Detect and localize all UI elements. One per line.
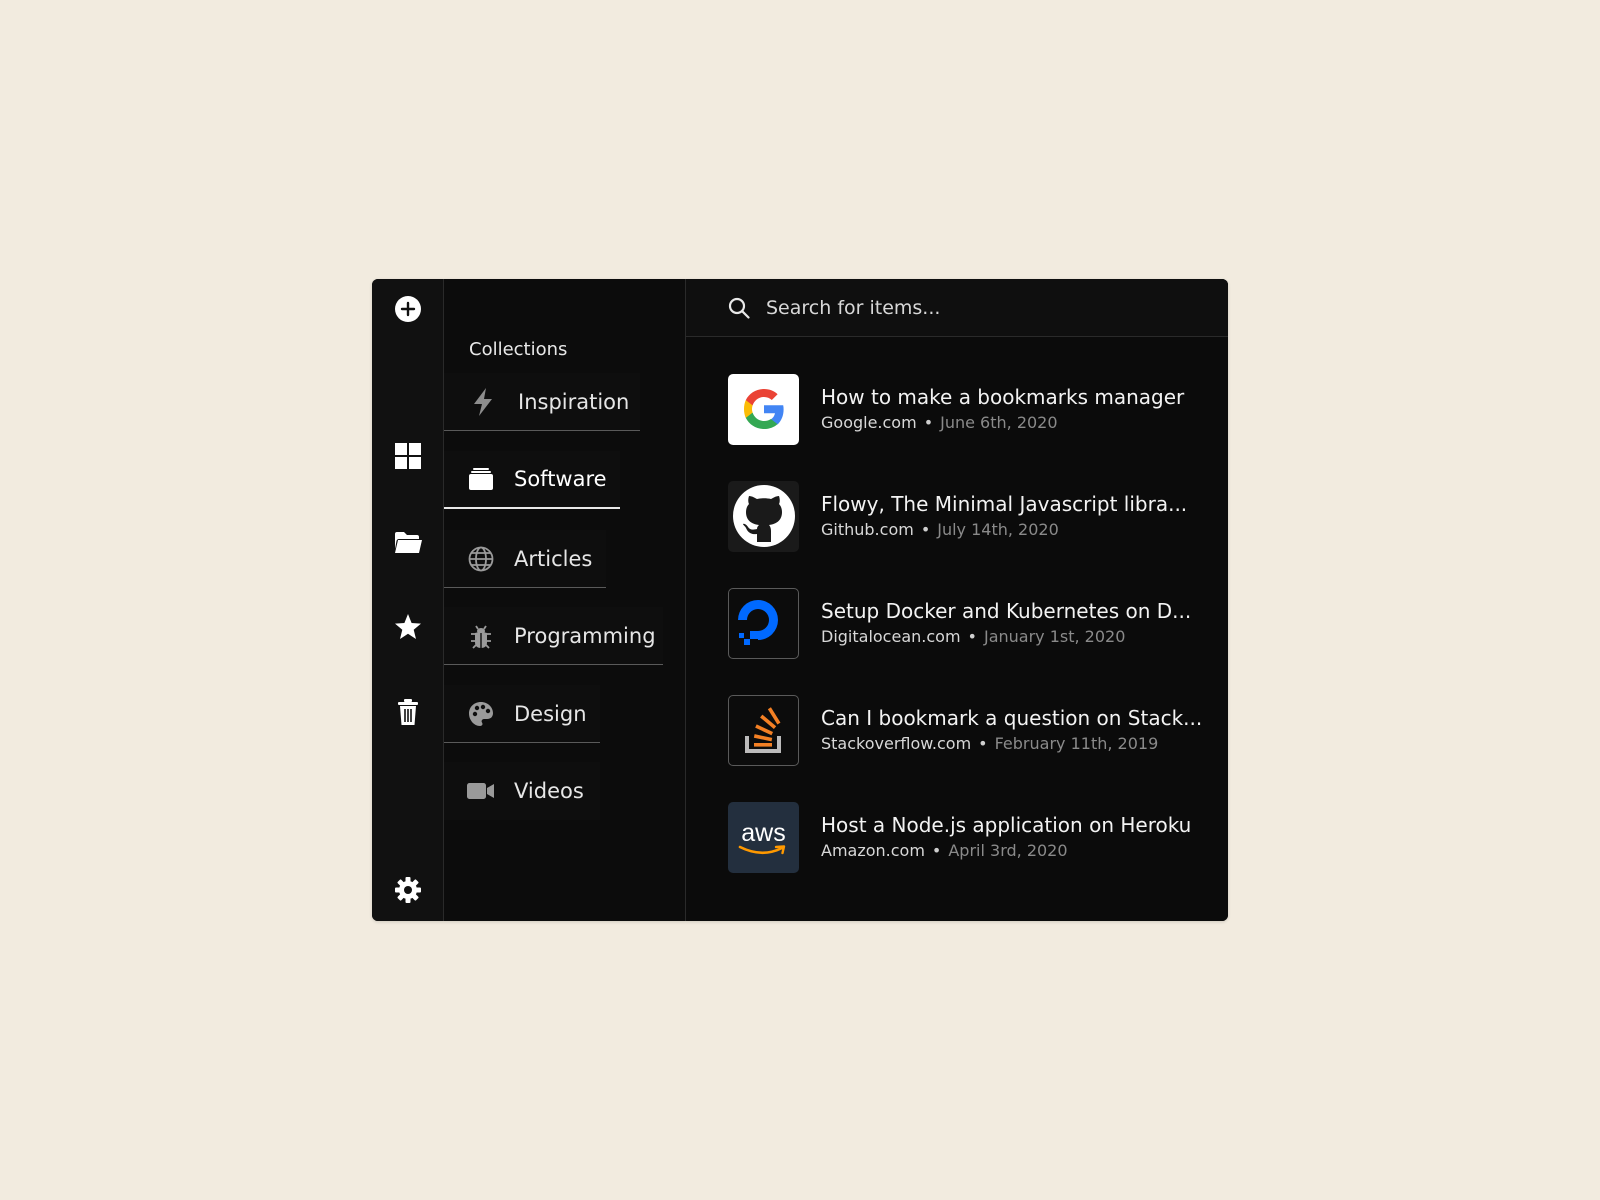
collection-label: Articles [514, 546, 593, 571]
google-logo [728, 373, 799, 445]
bookmark-meta: Digitalocean.com • January 1st, 2020 [821, 625, 1191, 649]
bookmark-item[interactable]: aws Host a Node.js application on Heroku… [728, 801, 1208, 873]
globe-icon [466, 544, 496, 574]
bookmark-title[interactable]: Can I bookmark a question on Stack... [821, 705, 1202, 731]
search-input[interactable] [764, 295, 1168, 320]
package-icon [466, 464, 496, 494]
bookmark-date: July 14th, 2020 [937, 519, 1059, 539]
lightning-icon [468, 387, 498, 417]
bookmark-item[interactable]: Flowy, The Minimal Javascript libra... G… [728, 480, 1208, 552]
bookmark-meta: Amazon.com • April 3rd, 2020 [821, 839, 1191, 863]
collection-item-articles[interactable]: Articles [444, 530, 606, 588]
bookmark-title[interactable]: How to make a bookmarks manager [821, 384, 1184, 410]
bookmark-meta: Stackoverflow.com • February 11th, 2019 [821, 732, 1202, 756]
add-icon[interactable] [390, 291, 426, 327]
bookmark-domain: Github.com [821, 519, 914, 539]
separator-dot: • [920, 519, 931, 539]
collections-heading: Collections [469, 339, 568, 360]
bookmark-date: February 11th, 2019 [994, 733, 1159, 753]
star-icon[interactable] [390, 609, 426, 645]
palette-icon [466, 699, 496, 729]
collection-item-programming[interactable]: Programming [444, 607, 663, 665]
stackoverflow-logo [728, 694, 799, 766]
bookmark-date: April 3rd, 2020 [948, 840, 1068, 860]
aws-logo-text: aws [741, 819, 786, 847]
icon-sidebar [372, 279, 444, 921]
bookmark-domain: Google.com [821, 412, 917, 432]
folder-icon[interactable] [390, 524, 426, 560]
settings-icon[interactable] [390, 872, 426, 908]
bookmark-item[interactable]: Can I bookmark a question on Stack... St… [728, 694, 1208, 766]
search-icon [726, 295, 752, 321]
separator-dot: • [978, 733, 988, 753]
bookmark-title[interactable]: Host a Node.js application on Heroku [821, 812, 1191, 838]
aws-smile-icon [738, 845, 785, 855]
search-bar [686, 279, 1228, 337]
digitalocean-logo [728, 587, 799, 659]
bookmark-date: June 6th, 2020 [940, 412, 1058, 432]
collection-label: Software [514, 467, 607, 491]
separator-dot: • [967, 626, 977, 646]
collection-label: Design [514, 701, 587, 726]
collection-item-videos[interactable]: Videos [444, 762, 600, 820]
aws-logo: aws [728, 801, 799, 873]
grid-icon[interactable] [390, 438, 426, 474]
bookmark-domain: Digitalocean.com [821, 626, 961, 646]
bookmark-date: January 1st, 2020 [983, 626, 1126, 646]
bookmark-item[interactable]: How to make a bookmarks manager Google.c… [728, 373, 1208, 445]
collection-label: Videos [514, 779, 584, 803]
collection-label: Programming [514, 623, 656, 648]
trash-icon[interactable] [390, 694, 426, 730]
bookmarks-panel: How to make a bookmarks manager Google.c… [686, 279, 1228, 921]
collection-label: Inspiration [518, 389, 630, 414]
bookmark-domain: Stackoverflow.com [821, 733, 972, 753]
bookmark-domain: Amazon.com [821, 840, 925, 860]
collection-item-software[interactable]: Software [444, 451, 620, 509]
bug-icon [466, 621, 496, 651]
bookmark-title[interactable]: Flowy, The Minimal Javascript libra... [821, 491, 1187, 517]
bookmark-list: How to make a bookmarks manager Google.c… [728, 373, 1208, 908]
video-icon [466, 776, 496, 806]
github-logo [728, 480, 799, 552]
bookmarks-app-window: Collections Inspiration Software Article… [372, 279, 1228, 921]
collection-item-inspiration[interactable]: Inspiration [444, 373, 640, 431]
bookmark-title[interactable]: Setup Docker and Kubernetes on D... [821, 598, 1191, 624]
bookmark-meta: Github.com • July 14th, 2020 [821, 518, 1187, 542]
collections-panel: Collections Inspiration Software Article… [444, 279, 686, 921]
separator-dot: • [931, 840, 942, 860]
separator-dot: • [923, 412, 934, 432]
bookmark-meta: Google.com • June 6th, 2020 [821, 411, 1184, 435]
bookmark-item[interactable]: Setup Docker and Kubernetes on D... Digi… [728, 587, 1208, 659]
collection-item-design[interactable]: Design [444, 685, 600, 743]
